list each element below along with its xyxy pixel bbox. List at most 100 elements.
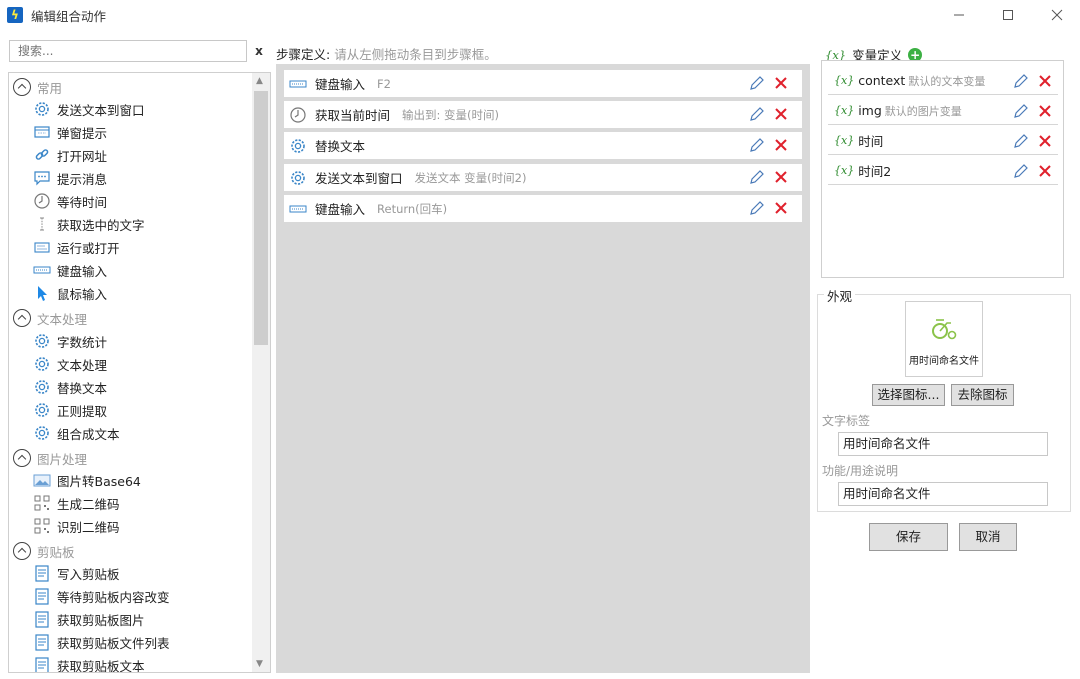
delete-icon[interactable] [1036, 102, 1054, 120]
clipboard-icon [33, 633, 51, 651]
clipboard-icon [33, 610, 51, 628]
variable-icon: {x} [834, 164, 855, 177]
pencil-icon[interactable] [748, 168, 766, 186]
step-row[interactable]: 发送文本到窗口 发送文本 变量(时间2) [284, 164, 802, 191]
item-label: 打开网址 [57, 148, 108, 164]
maximize-icon [1003, 10, 1013, 20]
collapse-icon[interactable] [13, 449, 31, 467]
group-header-image[interactable]: 图片处理 [13, 447, 87, 469]
clock-icon [289, 106, 307, 124]
step-row[interactable]: 替换文本 [284, 132, 802, 159]
tree-item[interactable]: 文本处理 [33, 353, 107, 375]
scroll-thumb[interactable] [254, 91, 268, 345]
step-detail: Return(回车) [377, 201, 448, 216]
step-row[interactable]: 获取当前时间 输出到: 变量(时间) [284, 101, 802, 128]
minimize-button[interactable] [936, 0, 982, 30]
delete-icon[interactable] [772, 168, 790, 186]
group-label: 常用 [37, 80, 63, 96]
pencil-icon[interactable] [1012, 162, 1030, 180]
scroll-down-icon[interactable]: ▼ [256, 659, 263, 669]
step-detail: 输出到: 变量(时间) [402, 107, 500, 122]
gear-icon [33, 424, 51, 442]
pencil-icon[interactable] [1012, 102, 1030, 120]
clipboard-icon [33, 564, 51, 582]
tree-item[interactable]: 鼠标输入 [33, 282, 107, 304]
tree-item[interactable]: 组合成文本 [33, 422, 120, 444]
pencil-icon[interactable] [748, 74, 766, 92]
variable-row[interactable]: {x} 时间 [828, 127, 1058, 155]
variable-row[interactable]: {x} 时间2 [828, 157, 1058, 185]
group-header-common[interactable]: 常用 [13, 76, 62, 98]
group-header-text[interactable]: 文本处理 [13, 307, 87, 329]
scroll-up-icon[interactable]: ▲ [256, 76, 263, 86]
tree-item[interactable]: 获取选中的文字 [33, 213, 145, 235]
variable-name: context [858, 73, 906, 88]
delete-icon[interactable] [1036, 72, 1054, 90]
tree-item[interactable]: 运行或打开 [33, 236, 120, 258]
maximize-button[interactable] [985, 0, 1031, 30]
tree-item[interactable]: 图片转Base64 [33, 469, 141, 491]
tree-item[interactable]: 打开网址 [33, 144, 107, 166]
group-header-clipboard[interactable]: 剪贴板 [13, 540, 75, 562]
variable-icon: {x} [834, 74, 855, 87]
pencil-icon[interactable] [748, 105, 766, 123]
delete-icon[interactable] [1036, 132, 1054, 150]
collapse-icon[interactable] [13, 542, 31, 560]
variables-list: {x} context 默认的文本变量 {x} img 默认的图片变量 {x} … [821, 60, 1064, 278]
tree-item[interactable]: 写入剪贴板 [33, 562, 120, 584]
select-icon-button[interactable]: 选择图标... [872, 384, 945, 406]
collapse-icon[interactable] [13, 78, 31, 96]
lightning-icon: ϟ [7, 7, 23, 23]
item-label: 运行或打开 [57, 240, 120, 256]
variable-name: 时间2 [858, 164, 892, 179]
tree-item[interactable]: 等待时间 [33, 190, 107, 212]
step-name: 替换文本 [315, 139, 366, 154]
tree-item[interactable]: 识别二维码 [33, 515, 120, 537]
text-label-field[interactable]: 用时间命名文件 [838, 432, 1048, 456]
tree-item[interactable]: 替换文本 [33, 376, 107, 398]
tree-item[interactable]: 获取剪贴板文件列表 [33, 631, 170, 653]
collapse-icon[interactable] [13, 309, 31, 327]
tree-item[interactable]: 获取剪贴板文本 [33, 654, 145, 672]
tree-item[interactable]: 字数统计 [33, 330, 107, 352]
variable-row[interactable]: {x} context 默认的文本变量 [828, 67, 1058, 95]
tree-item[interactable]: 发送文本到窗口 [33, 98, 145, 120]
pencil-icon[interactable] [748, 136, 766, 154]
delete-icon[interactable] [1036, 162, 1054, 180]
pencil-icon[interactable] [748, 199, 766, 217]
delete-icon[interactable] [772, 199, 790, 217]
cancel-button[interactable]: 取消 [959, 523, 1017, 551]
save-button[interactable]: 保存 [869, 523, 948, 551]
steps-area[interactable]: 键盘输入 F2 获取当前时间 输出到: 变量(时间) 替换文本 发送文本到窗口 … [276, 64, 810, 673]
close-button[interactable] [1034, 0, 1080, 30]
preview-caption: 用时间命名文件 [909, 356, 979, 367]
delete-icon[interactable] [772, 105, 790, 123]
description-field[interactable]: 用时间命名文件 [838, 482, 1048, 506]
item-label: 写入剪贴板 [57, 566, 120, 582]
tree-item[interactable]: 等待剪贴板内容改变 [33, 585, 170, 607]
remove-icon-button[interactable]: 去除图标 [951, 384, 1014, 406]
cursor-icon [33, 284, 51, 302]
variable-name: 时间 [858, 134, 884, 149]
search-input[interactable] [9, 40, 247, 62]
steps-heading: 步骤定义: 请从左侧拖动条目到步骤框。 [276, 44, 497, 63]
tree-scrollbar[interactable]: ▲ ▼ [252, 73, 270, 672]
tree-item[interactable]: 生成二维码 [33, 492, 120, 514]
variable-row[interactable]: {x} img 默认的图片变量 [828, 97, 1058, 125]
pencil-icon[interactable] [1012, 132, 1030, 150]
tree-item[interactable]: 键盘输入 [33, 259, 107, 281]
delete-icon[interactable] [772, 136, 790, 154]
pencil-icon[interactable] [1012, 72, 1030, 90]
search-clear-button[interactable]: x [252, 42, 266, 60]
tree-item[interactable]: 弹窗提示 [33, 121, 107, 143]
tree-item[interactable]: 获取剪贴板图片 [33, 608, 145, 630]
appearance-label: 外观 [824, 286, 856, 305]
tree-item[interactable]: 提示消息 [33, 167, 107, 189]
steps-label: 步骤定义: [276, 47, 331, 62]
delete-icon[interactable] [772, 74, 790, 92]
step-row[interactable]: 键盘输入 F2 [284, 70, 802, 97]
tree-item[interactable]: 正则提取 [33, 399, 107, 421]
step-row[interactable]: 键盘输入 Return(回车) [284, 195, 802, 222]
action-tree[interactable]: 常用 发送文本到窗口 弹窗提示 打开网址 提示消息 等待时间 获取选中的文字 运… [8, 72, 271, 673]
gear-icon [33, 332, 51, 350]
